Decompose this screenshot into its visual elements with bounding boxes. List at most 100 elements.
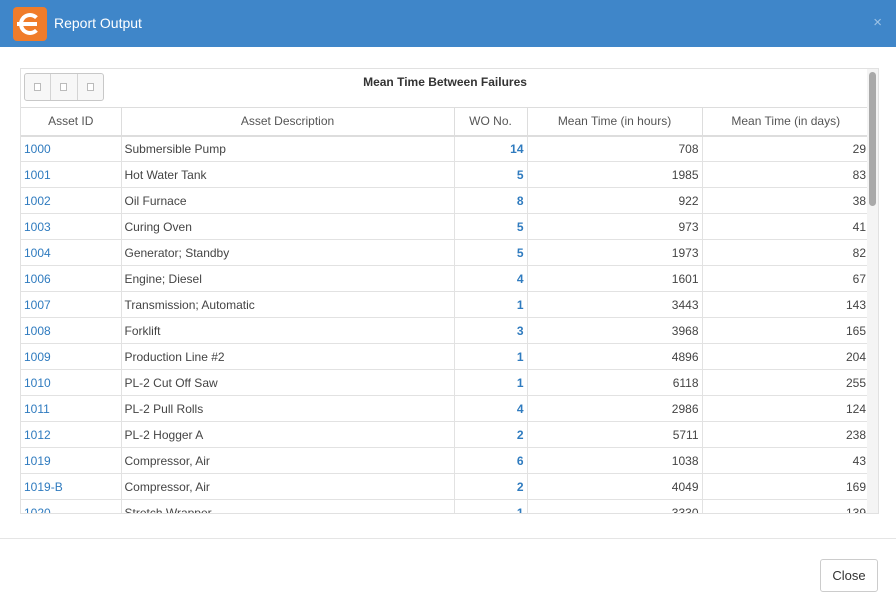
mean-time-hours: 6118 [527, 369, 703, 396]
asset-id-link[interactable]: 1019-B [21, 473, 122, 500]
table-row: 1003 Curing Oven 5 973 41 [21, 213, 869, 240]
asset-description: PL-2 Pull Rolls [121, 395, 455, 422]
mean-time-hours: 1038 [527, 447, 703, 474]
report-output-dialog: Report Output × Mean Time Between Failur… [0, 0, 896, 609]
mean-time-days: 83 [702, 161, 869, 188]
wo-count-link[interactable]: 3 [454, 317, 528, 344]
mean-time-hours: 3443 [527, 291, 703, 318]
table-row: 1010 PL-2 Cut Off Saw 1 6118 255 [21, 369, 869, 396]
dialog-titlebar: Report Output × [0, 0, 896, 47]
asset-description: Submersible Pump [121, 135, 455, 162]
table-row: 1019 Compressor, Air 6 1038 43 [21, 447, 869, 474]
asset-id-link[interactable]: 1000 [21, 135, 122, 162]
report-title: Mean Time Between Failures [363, 75, 527, 89]
wo-count-link[interactable]: 1 [454, 291, 528, 318]
table-row: 1002 Oil Furnace 8 922 38 [21, 187, 869, 214]
mean-time-hours: 708 [527, 135, 703, 162]
asset-id-link[interactable]: 1002 [21, 187, 122, 214]
mtbf-table: Asset ID Asset Description WO No. Mean T… [21, 107, 869, 513]
wo-count-link[interactable]: 6 [454, 447, 528, 474]
wo-count-link[interactable]: 1 [454, 343, 528, 370]
export-icon[interactable] [78, 74, 103, 100]
column-header-asset-description[interactable]: Asset Description [121, 107, 455, 137]
column-header-asset-id[interactable]: Asset ID [21, 107, 122, 137]
asset-description: Production Line #2 [121, 343, 455, 370]
close-icon[interactable]: × [873, 14, 882, 31]
mean-time-hours: 5711 [527, 421, 703, 448]
asset-id-link[interactable]: 1012 [21, 421, 122, 448]
mean-time-hours: 1985 [527, 161, 703, 188]
wo-count-link[interactable]: 5 [454, 213, 528, 240]
table-row: 1007 Transmission; Automatic 1 3443 143 [21, 291, 869, 318]
asset-description: Curing Oven [121, 213, 455, 240]
mean-time-hours: 3968 [527, 317, 703, 344]
asset-description: Generator; Standby [121, 239, 455, 266]
table-row: 1000 Submersible Pump 14 708 29 [21, 135, 869, 162]
asset-id-link[interactable]: 1006 [21, 265, 122, 292]
wo-count-link[interactable]: 14 [454, 135, 528, 162]
app-logo-icon [13, 7, 47, 41]
mean-time-days: 41 [702, 213, 869, 240]
table-row: 1001 Hot Water Tank 5 1985 83 [21, 161, 869, 188]
mean-time-days: 169 [702, 473, 869, 500]
dialog-title: Report Output [54, 15, 142, 31]
table-row: 1008 Forklift 3 3968 165 [21, 317, 869, 344]
asset-description: Compressor, Air [121, 447, 455, 474]
table-row: 1004 Generator; Standby 5 1973 82 [21, 239, 869, 266]
wo-count-link[interactable]: 2 [454, 421, 528, 448]
wo-count-link[interactable]: 4 [454, 395, 528, 422]
table-row: 1006 Engine; Diesel 4 1601 67 [21, 265, 869, 292]
wo-count-link[interactable]: 8 [454, 187, 528, 214]
asset-id-link[interactable]: 1010 [21, 369, 122, 396]
asset-id-link[interactable]: 1019 [21, 447, 122, 474]
table-row: 1020 Stretch Wrapper 1 3330 139 [21, 499, 869, 513]
mean-time-days: 38 [702, 187, 869, 214]
mean-time-days: 67 [702, 265, 869, 292]
wo-count-link[interactable]: 4 [454, 265, 528, 292]
mean-time-days: 82 [702, 239, 869, 266]
table-row: 1012 PL-2 Hogger A 2 5711 238 [21, 421, 869, 448]
asset-description: PL-2 Hogger A [121, 421, 455, 448]
mean-time-days: 43 [702, 447, 869, 474]
asset-description: Stretch Wrapper [121, 499, 455, 513]
close-button[interactable]: Close [820, 559, 878, 592]
first-page-icon[interactable] [25, 74, 52, 100]
footer-divider [0, 538, 896, 539]
wo-count-link[interactable]: 2 [454, 473, 528, 500]
print-icon[interactable] [51, 74, 78, 100]
asset-id-link[interactable]: 1007 [21, 291, 122, 318]
mean-time-days: 255 [702, 369, 869, 396]
asset-id-link[interactable]: 1009 [21, 343, 122, 370]
asset-description: Forklift [121, 317, 455, 344]
wo-count-link[interactable]: 1 [454, 369, 528, 396]
asset-description: Transmission; Automatic [121, 291, 455, 318]
column-header-wo-no[interactable]: WO No. [454, 107, 528, 137]
mean-time-hours: 973 [527, 213, 703, 240]
table-row: 1019-B Compressor, Air 2 4049 169 [21, 473, 869, 500]
vertical-scrollbar[interactable] [867, 69, 878, 513]
scrollbar-thumb[interactable] [869, 72, 876, 206]
mean-time-hours: 4049 [527, 473, 703, 500]
mean-time-hours: 4896 [527, 343, 703, 370]
column-header-mean-time-hours[interactable]: Mean Time (in hours) [527, 107, 703, 137]
asset-description: Hot Water Tank [121, 161, 455, 188]
asset-id-link[interactable]: 1020 [21, 499, 122, 513]
wo-count-link[interactable]: 5 [454, 239, 528, 266]
wo-count-link[interactable]: 5 [454, 161, 528, 188]
column-header-mean-time-days[interactable]: Mean Time (in days) [702, 107, 869, 137]
asset-id-link[interactable]: 1004 [21, 239, 122, 266]
mean-time-hours: 1601 [527, 265, 703, 292]
report-toolbar [24, 73, 104, 101]
wo-count-link[interactable]: 1 [454, 499, 528, 513]
mean-time-hours: 2986 [527, 395, 703, 422]
mean-time-days: 29 [702, 135, 869, 162]
asset-id-link[interactable]: 1008 [21, 317, 122, 344]
table-row: 1011 PL-2 Pull Rolls 4 2986 124 [21, 395, 869, 422]
asset-id-link[interactable]: 1011 [21, 395, 122, 422]
asset-id-link[interactable]: 1001 [21, 161, 122, 188]
mean-time-hours: 1973 [527, 239, 703, 266]
asset-id-link[interactable]: 1003 [21, 213, 122, 240]
report-viewer: Mean Time Between Failures Asset ID Asse… [20, 68, 879, 514]
mean-time-days: 143 [702, 291, 869, 318]
asset-description: Oil Furnace [121, 187, 455, 214]
